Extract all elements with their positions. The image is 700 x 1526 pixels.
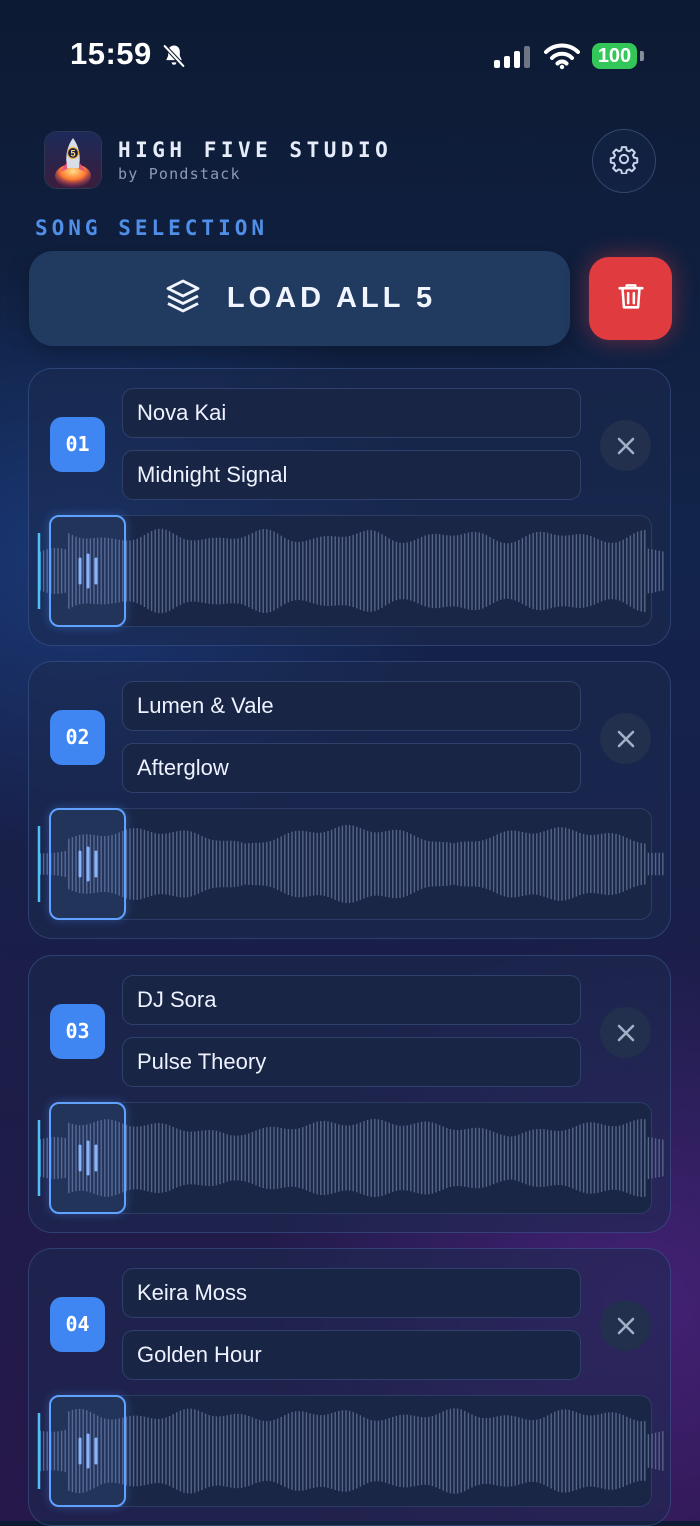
song-number-badge: 03 xyxy=(50,1004,105,1059)
song-number-badge: 02 xyxy=(50,710,105,765)
settings-button[interactable] xyxy=(592,129,656,193)
status-bar: 15:59 100 xyxy=(0,0,700,110)
app-subtitle: by Pondstack xyxy=(118,165,241,183)
artist-field[interactable]: Keira Moss xyxy=(122,1268,581,1318)
battery-cap xyxy=(640,51,644,61)
gear-icon xyxy=(609,144,639,179)
close-icon xyxy=(617,1317,634,1334)
remove-song-button[interactable] xyxy=(600,713,651,764)
waveform xyxy=(37,1118,664,1198)
wifi-icon xyxy=(544,42,580,75)
load-all-label: LOAD ALL 5 xyxy=(226,282,437,314)
title-field[interactable]: Pulse Theory xyxy=(122,1037,581,1087)
selection-window[interactable] xyxy=(49,1395,126,1507)
trash-icon xyxy=(614,279,648,318)
waveform xyxy=(37,825,664,903)
status-time: 15:59 xyxy=(70,36,152,71)
song-card: 02 Lumen & Vale Afterglow xyxy=(28,661,671,939)
signal-icon xyxy=(494,46,530,68)
title-field[interactable]: Afterglow xyxy=(122,743,581,793)
waveform xyxy=(37,528,664,614)
logo-badge-text: 5 xyxy=(70,149,75,159)
close-icon xyxy=(617,1024,634,1041)
remove-song-button[interactable] xyxy=(600,1007,651,1058)
layers-icon xyxy=(163,276,203,321)
artist-field[interactable]: Lumen & Vale xyxy=(122,681,581,731)
title-field[interactable]: Midnight Signal xyxy=(122,450,581,500)
selection-window[interactable] xyxy=(49,515,126,627)
song-card: 03 DJ Sora Pulse Theory xyxy=(28,955,671,1233)
close-icon xyxy=(617,437,634,454)
app-logo: 5 xyxy=(45,132,101,188)
selection-window[interactable] xyxy=(49,808,126,920)
waveform xyxy=(37,1408,664,1494)
song-card: 01 Nova Kai Midnight Signal xyxy=(28,368,671,646)
song-number-badge: 01 xyxy=(50,417,105,472)
app-title: HIGH FIVE STUDIO xyxy=(118,138,393,162)
close-icon xyxy=(617,730,634,747)
remove-song-button[interactable] xyxy=(600,1300,651,1351)
battery-icon: 100 xyxy=(592,43,637,69)
remove-song-button[interactable] xyxy=(600,420,651,471)
song-number-badge: 04 xyxy=(50,1297,105,1352)
artist-field[interactable]: DJ Sora xyxy=(122,975,581,1025)
delete-all-button[interactable] xyxy=(589,257,672,340)
section-label: SONG SELECTION xyxy=(35,216,269,240)
bell-slash-icon xyxy=(160,42,188,75)
selection-window[interactable] xyxy=(49,1102,126,1214)
song-card: 04 Keira Moss Golden Hour xyxy=(28,1248,671,1526)
title-field[interactable]: Golden Hour xyxy=(122,1330,581,1380)
artist-field[interactable]: Nova Kai xyxy=(122,388,581,438)
load-all-button[interactable]: LOAD ALL 5 xyxy=(29,251,570,346)
